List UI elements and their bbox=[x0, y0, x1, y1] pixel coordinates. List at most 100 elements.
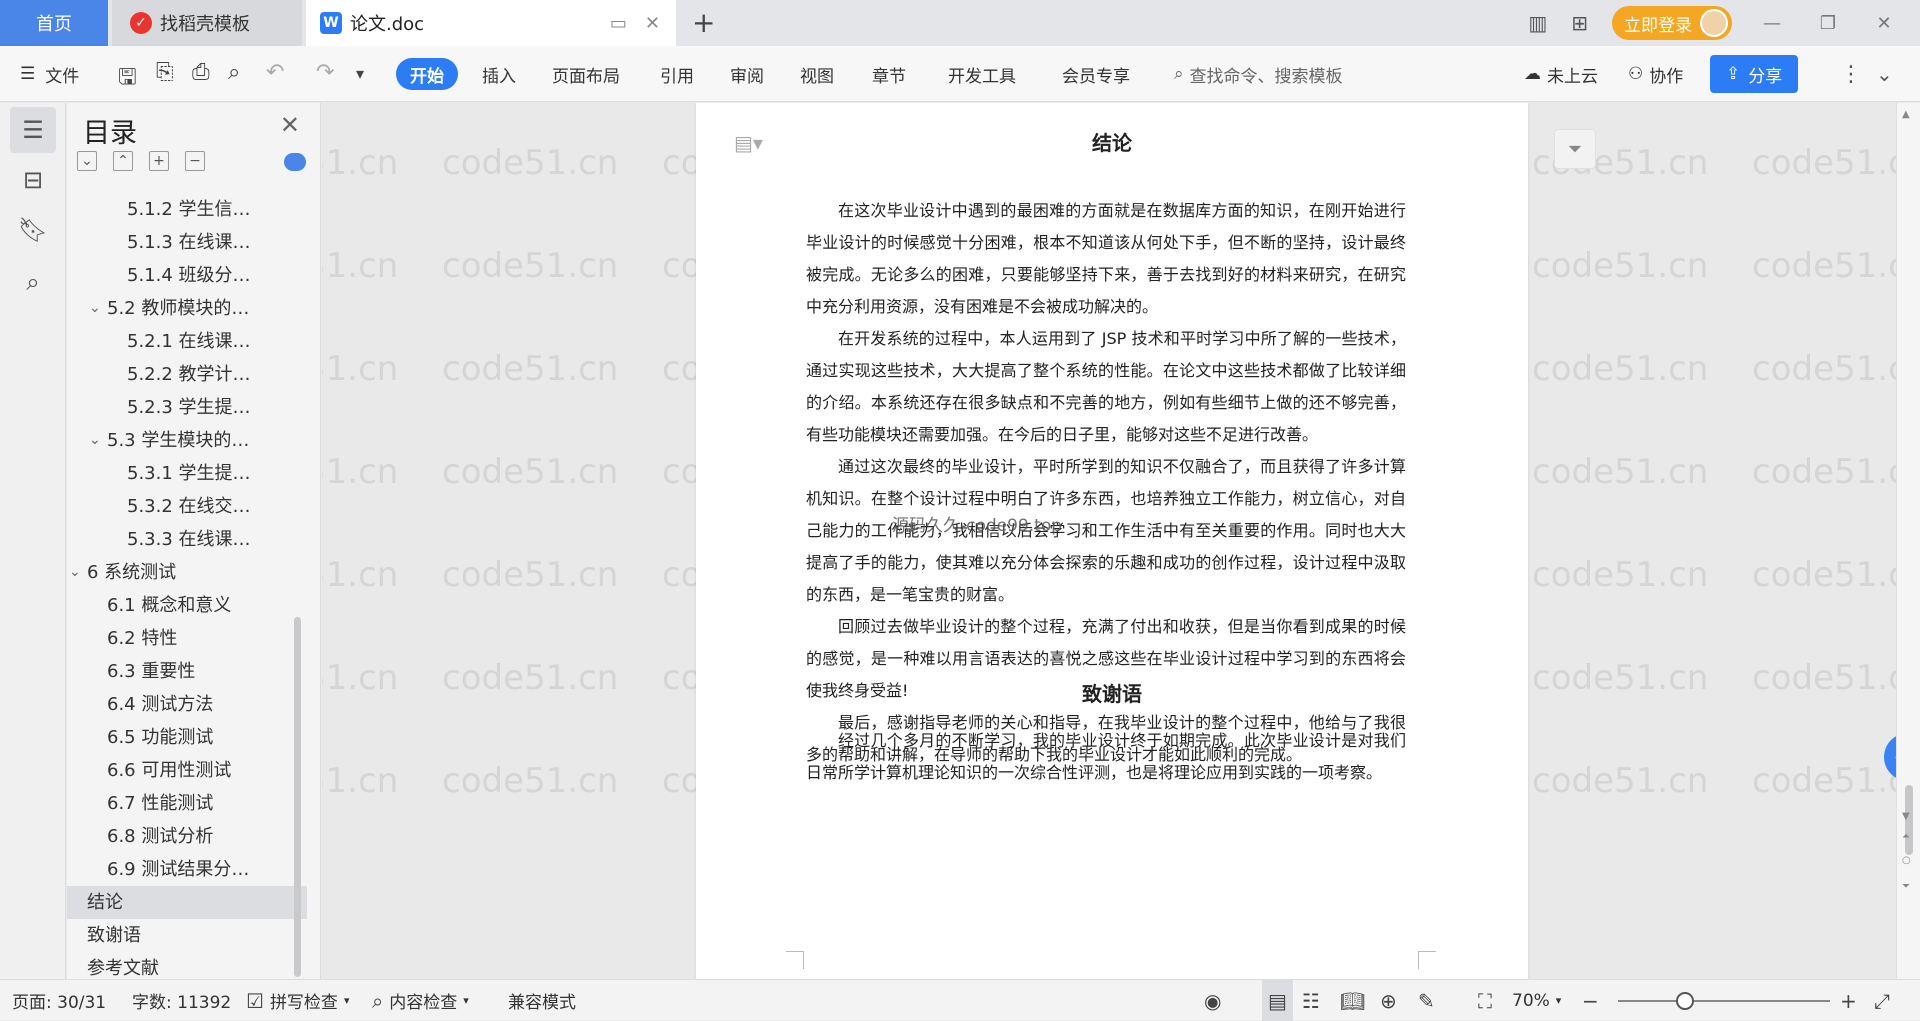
share-button[interactable]: ⇪ 分享 bbox=[1710, 55, 1799, 93]
export-pdf-icon[interactable]: ⎘ bbox=[156, 60, 174, 85]
more-options-icon[interactable]: ⋮ bbox=[1840, 46, 1862, 102]
toc-item[interactable]: ⌄ 5.3 学生模块的… bbox=[67, 424, 307, 457]
document-canvas[interactable]: code51.cn code51.cn code51.cn code51.cn code… bbox=[322, 103, 1896, 979]
toc-item[interactable]: 6.1 概念和意义 bbox=[67, 589, 307, 622]
bookmark-icon[interactable]: 🔖︎ bbox=[10, 207, 56, 253]
content-check-button[interactable]: ⌕ 内容检查 ▾ bbox=[372, 980, 469, 1021]
tab-chapter[interactable]: 章节 bbox=[872, 46, 906, 102]
collaborate-button[interactable]: ⚇ 协作 bbox=[1628, 46, 1683, 102]
toc-item[interactable]: 5.2.3 学生提… bbox=[67, 391, 307, 424]
reading-view-icon[interactable]: 📖︎ bbox=[1340, 980, 1365, 1021]
toc-item[interactable]: 5.2.2 教学计… bbox=[67, 358, 307, 391]
vertical-scrollbar[interactable]: ▲ ▼ ⏶ ○ ⏷ bbox=[1896, 103, 1920, 979]
print-preview-icon[interactable]: ⌕ bbox=[228, 60, 240, 85]
toc-item[interactable]: ⌄ 5.2 教师模块的… bbox=[67, 292, 307, 325]
chevron-down-icon[interactable]: ⌄ bbox=[89, 424, 101, 457]
eye-protection-icon[interactable]: ◉ bbox=[1204, 980, 1221, 1021]
outline-view-icon[interactable]: ☷ bbox=[1302, 980, 1320, 1021]
toc-item[interactable]: 致谢语 bbox=[67, 919, 307, 952]
chapter-nav-icon[interactable]: ⊟ bbox=[10, 157, 56, 203]
page-view-icon[interactable]: ▤ bbox=[1262, 980, 1293, 1021]
zoom-level-dropdown[interactable]: 70% ▾ bbox=[1512, 980, 1561, 1021]
page-marker-icon[interactable]: ○ bbox=[1902, 855, 1911, 866]
side-panel-toggle-icon[interactable]: ‹ bbox=[1884, 733, 1896, 781]
tab-insert[interactable]: 插入 bbox=[482, 46, 516, 102]
web-view-icon[interactable]: ⊕ bbox=[1380, 980, 1397, 1021]
print-icon[interactable]: ⎙ bbox=[192, 60, 210, 85]
tab-home[interactable]: 首页 bbox=[0, 0, 108, 46]
find-icon[interactable]: ⌕ bbox=[10, 259, 56, 305]
toc-item[interactable]: 参考文献 bbox=[67, 952, 307, 979]
spellcheck-button[interactable]: ☑ 拼写检查 ▾ bbox=[246, 980, 349, 1021]
toc-item[interactable]: 6.3 重要性 bbox=[67, 655, 307, 688]
file-menu-button[interactable]: ☰ 文件 bbox=[20, 46, 79, 102]
login-button[interactable]: 立即登录 bbox=[1612, 6, 1732, 40]
filter-icon[interactable]: ⏷ bbox=[1554, 129, 1596, 169]
tab-view[interactable]: 视图 bbox=[800, 46, 834, 102]
close-window-icon[interactable]: ✕ bbox=[1868, 13, 1900, 34]
close-tab-icon[interactable]: ✕ bbox=[645, 13, 660, 34]
toc-item[interactable]: 5.1.4 班级分… bbox=[67, 259, 307, 292]
chevron-down-icon[interactable]: ⌄ bbox=[89, 292, 101, 325]
next-page-icon[interactable]: ⏷ bbox=[1902, 881, 1910, 892]
toc-item[interactable]: 5.3.2 在线交… bbox=[67, 490, 307, 523]
toc-item[interactable]: 6.5 功能测试 bbox=[67, 721, 307, 754]
toc-item[interactable]: 6.8 测试分析 bbox=[67, 820, 307, 853]
save-icon[interactable]: 🖫 bbox=[118, 60, 137, 98]
search-input[interactable]: 查找命令、搜索模板 bbox=[1190, 62, 1343, 87]
zoom-out-icon[interactable]: − bbox=[1582, 980, 1599, 1021]
undo-icon[interactable]: ↶ bbox=[266, 60, 284, 85]
toc-item[interactable]: 结论 bbox=[67, 886, 307, 919]
tab-document[interactable]: W 论文.doc ▭ ✕ bbox=[306, 0, 676, 46]
tab-devtools[interactable]: 开发工具 bbox=[948, 46, 1016, 102]
scroll-down-icon[interactable]: ▼ bbox=[1902, 811, 1910, 822]
cloud-status-button[interactable]: ☁ 未上云 bbox=[1524, 46, 1598, 102]
toc-scrollbar[interactable] bbox=[294, 617, 301, 977]
pin-window-icon[interactable]: ▭ bbox=[610, 13, 627, 34]
toc-item[interactable]: 5.1.3 在线课… bbox=[67, 226, 307, 259]
zoom-slider[interactable] bbox=[1618, 1000, 1830, 1002]
toc-item[interactable]: 5.1.2 学生信… bbox=[67, 193, 307, 226]
collapse-all-icon[interactable]: ⌃ bbox=[113, 151, 133, 171]
command-search[interactable]: ⌕ 查找命令、搜索模板 bbox=[1174, 46, 1343, 102]
tab-template[interactable]: ✓ 找稻壳模板 bbox=[112, 0, 302, 46]
apps-grid-icon[interactable]: ⊞ bbox=[1571, 11, 1588, 35]
tab-reference[interactable]: 引用 bbox=[660, 46, 694, 102]
document-page[interactable]: ▤▾ 结论 在这次毕业设计中遇到的最困难的方面就是在数据库方面的知识，在刚开始进… bbox=[696, 103, 1528, 979]
close-toc-icon[interactable]: ✕ bbox=[280, 111, 300, 139]
zoom-in-icon[interactable]: + bbox=[1840, 980, 1857, 1021]
toc-item[interactable]: 6.7 性能测试 bbox=[67, 787, 307, 820]
toc-item[interactable]: 6.9 测试结果分… bbox=[67, 853, 307, 886]
write-mode-icon[interactable]: ✎ bbox=[1418, 980, 1435, 1021]
toc-item[interactable]: 5.3.1 学生提… bbox=[67, 457, 307, 490]
toc-item[interactable]: ⌄ 6 系统测试 bbox=[67, 556, 307, 589]
zoom-slider-handle[interactable] bbox=[1676, 992, 1694, 1010]
toc-item[interactable]: 6.4 测试方法 bbox=[67, 688, 307, 721]
scroll-up-icon[interactable]: ▲ bbox=[1902, 109, 1910, 120]
word-count[interactable]: 字数: 11392 bbox=[132, 980, 231, 1021]
tab-page-layout[interactable]: 页面布局 bbox=[552, 46, 620, 102]
toc-item[interactable]: 6.6 可用性测试 bbox=[67, 754, 307, 787]
tab-member[interactable]: 会员专享 bbox=[1062, 46, 1130, 102]
toc-item[interactable]: 6.2 特性 bbox=[67, 622, 307, 655]
restore-icon[interactable]: ❐ bbox=[1812, 13, 1844, 34]
fit-page-icon[interactable]: ⛶ bbox=[1478, 980, 1492, 1021]
chevron-down-icon[interactable]: ⌄ bbox=[69, 556, 81, 589]
page-indicator[interactable]: 页面: 30/31 bbox=[12, 980, 106, 1021]
toc-item[interactable]: 5.3.3 在线课… bbox=[67, 523, 307, 556]
collapse-ribbon-icon[interactable]: ⌄ bbox=[1876, 46, 1893, 102]
new-tab-icon[interactable]: + bbox=[692, 6, 715, 39]
smart-toc-icon[interactable] bbox=[284, 153, 306, 171]
tab-start[interactable]: 开始 bbox=[396, 58, 458, 90]
toc-panel-icon[interactable]: ☰ bbox=[10, 107, 56, 153]
quick-access-more-icon[interactable]: ▾ bbox=[356, 64, 364, 83]
redo-icon[interactable]: ↷ bbox=[316, 60, 334, 85]
fullscreen-icon[interactable]: ⤢ bbox=[1874, 980, 1890, 1021]
minimize-icon[interactable]: — bbox=[1756, 13, 1788, 34]
prev-page-icon[interactable]: ⏶ bbox=[1902, 831, 1910, 842]
add-heading-icon[interactable]: + bbox=[149, 151, 169, 171]
remove-heading-icon[interactable]: − bbox=[185, 151, 205, 171]
toc-item[interactable]: 5.2.1 在线课… bbox=[67, 325, 307, 358]
layout-view-icon[interactable]: ▥ bbox=[1528, 11, 1547, 35]
tab-review[interactable]: 审阅 bbox=[730, 46, 764, 102]
